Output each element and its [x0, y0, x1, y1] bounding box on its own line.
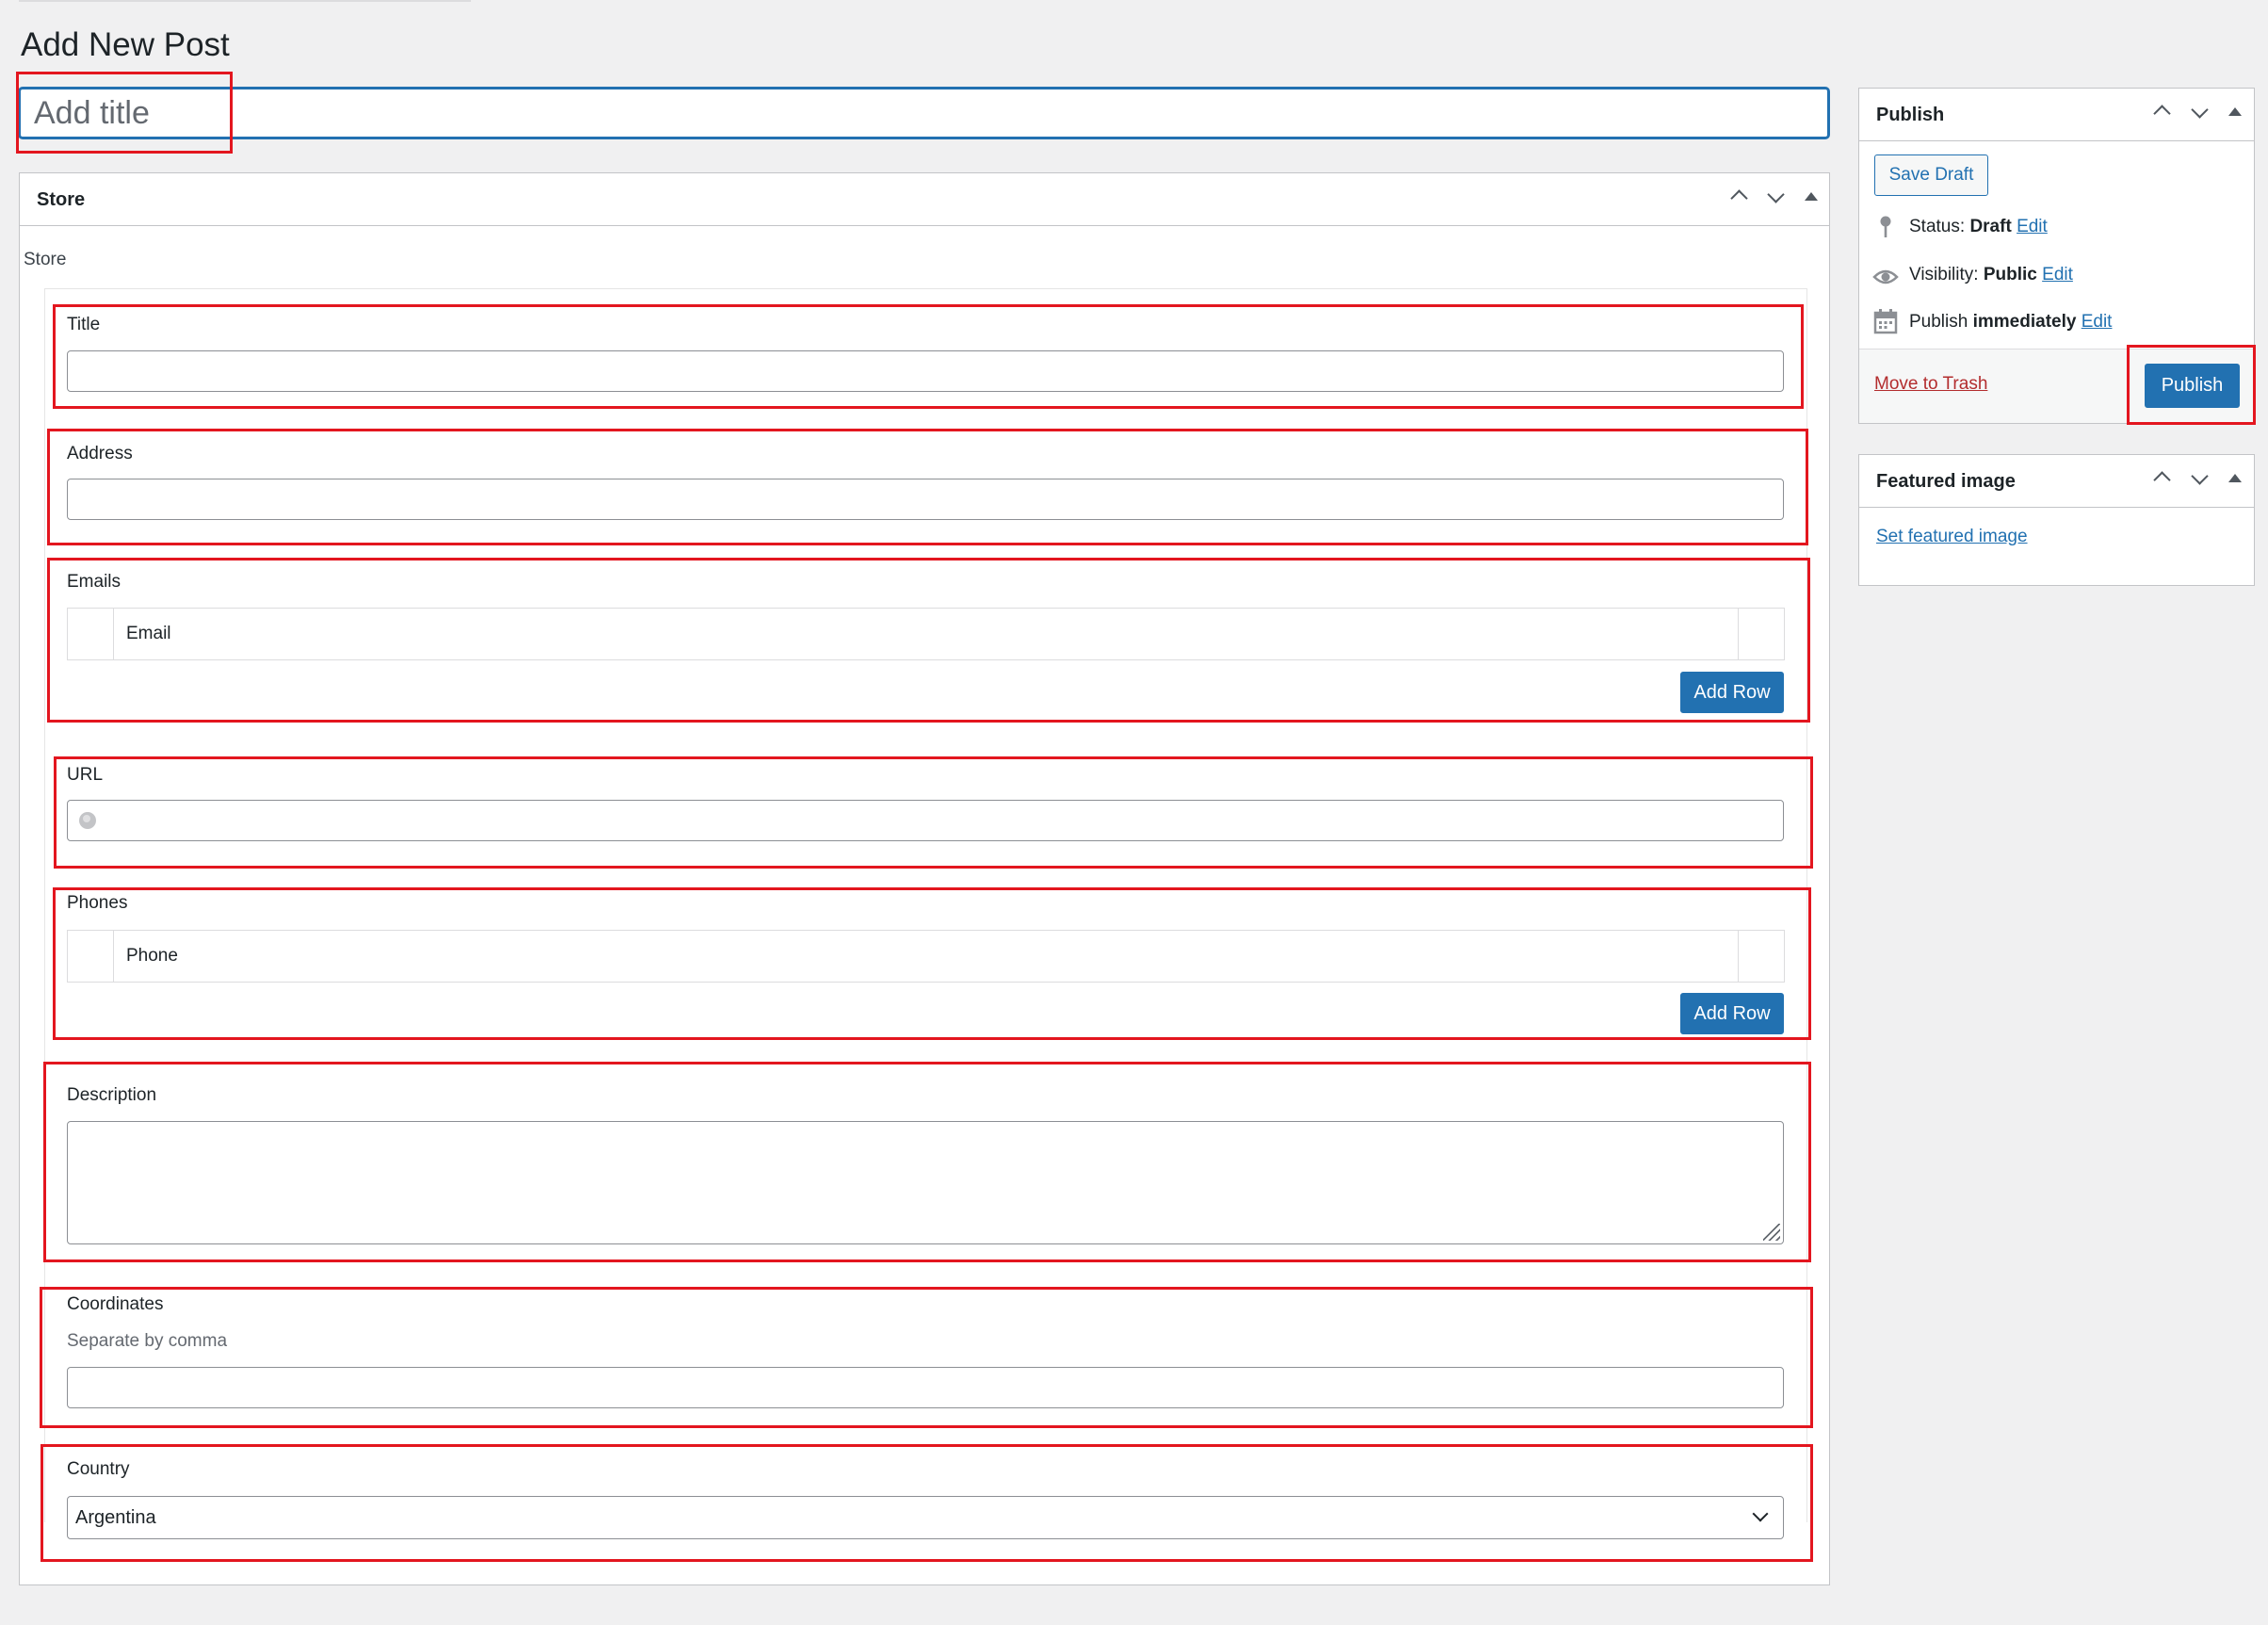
store-fields-frame: [44, 288, 1807, 1522]
collapse-toggle-icon[interactable]: [2221, 100, 2249, 122]
move-down-icon[interactable]: [2185, 466, 2213, 488]
phones-row-actions[interactable]: [1738, 931, 1784, 982]
move-up-icon[interactable]: [2147, 100, 2176, 125]
publish-button[interactable]: Publish: [2145, 364, 2240, 408]
move-up-icon[interactable]: [1725, 185, 1753, 210]
email-column-header: Email: [126, 624, 171, 643]
calendar-icon: [1873, 309, 1898, 334]
emails-field-label: Emails: [67, 572, 122, 592]
resize-grip-icon[interactable]: [1763, 1224, 1780, 1241]
globe-icon: [79, 812, 96, 829]
publish-actions-footer: Move to Trash Publish: [1859, 349, 2254, 423]
publish-metabox-header: Publish: [1859, 89, 2254, 141]
status-label: Status:: [1909, 217, 1966, 236]
title-field-label: Title: [67, 315, 101, 334]
status-row: Status: Draft Edit: [1909, 217, 2048, 237]
status-value: Draft: [1969, 217, 2012, 236]
description-field-label: Description: [67, 1085, 157, 1105]
phones-row-handle[interactable]: [68, 931, 114, 982]
visibility-edit-link[interactable]: Edit: [2042, 265, 2073, 284]
move-down-icon[interactable]: [1761, 185, 1790, 206]
phones-add-row-button[interactable]: Add Row: [1680, 993, 1784, 1034]
store-metabox-header: Store: [20, 173, 1829, 226]
set-featured-image-link[interactable]: Set featured image: [1876, 527, 2028, 547]
publish-time-value: immediately: [1972, 312, 2077, 332]
visibility-value: Public: [1983, 265, 2037, 284]
move-up-icon[interactable]: [2147, 466, 2176, 492]
country-select[interactable]: Argentina: [67, 1496, 1784, 1539]
collapse-toggle-icon[interactable]: [2221, 466, 2249, 488]
pin-icon: [1880, 216, 1891, 237]
collapse-toggle-icon[interactable]: [1797, 185, 1825, 206]
emails-add-row-button[interactable]: Add Row: [1680, 672, 1784, 713]
emails-row-actions[interactable]: [1738, 609, 1784, 659]
move-down-icon[interactable]: [2185, 100, 2213, 122]
eye-icon: [1872, 269, 1899, 284]
url-field-label: URL: [67, 765, 104, 785]
featured-image-header: Featured image: [1859, 455, 2254, 508]
description-textarea[interactable]: [67, 1121, 1784, 1244]
emails-repeater-table: Email: [67, 608, 1785, 660]
publish-metabox-title: Publish: [1876, 105, 1945, 125]
chevron-down-icon: [1752, 1505, 1769, 1522]
visibility-label: Visibility:: [1909, 265, 1979, 284]
url-input[interactable]: [67, 800, 1784, 841]
store-title-input[interactable]: [67, 350, 1784, 392]
top-divider: [19, 0, 471, 2]
move-to-trash-link[interactable]: Move to Trash: [1874, 374, 1987, 395]
address-input[interactable]: [67, 479, 1784, 520]
emails-row-handle[interactable]: [68, 609, 114, 659]
page-title: Add New Post: [21, 26, 230, 63]
coordinates-field-label: Coordinates: [67, 1294, 164, 1314]
post-title-input[interactable]: [19, 88, 1829, 138]
country-field-label: Country: [67, 1459, 130, 1479]
country-selected-value: Argentina: [75, 1507, 156, 1528]
coordinates-hint: Separate by comma: [67, 1331, 228, 1351]
publish-time-row: Publish immediately Edit: [1909, 312, 2112, 333]
store-section-label: Store: [24, 250, 67, 269]
featured-image-metabox: Featured image Set featured image: [1858, 454, 2255, 586]
status-edit-link[interactable]: Edit: [2017, 217, 2048, 236]
phones-repeater-table: Phone: [67, 930, 1785, 983]
coordinates-input[interactable]: [67, 1367, 1784, 1408]
publish-time-edit-link[interactable]: Edit: [2082, 312, 2113, 332]
visibility-row: Visibility: Public Edit: [1909, 265, 2073, 285]
save-draft-button[interactable]: Save Draft: [1874, 154, 1988, 196]
phones-field-label: Phones: [67, 893, 128, 913]
store-metabox-title: Store: [37, 189, 86, 210]
publish-time-label: Publish: [1909, 312, 1968, 332]
publish-metabox: Publish Save Draft Status: Draft Edit Vi…: [1858, 88, 2255, 424]
featured-image-title: Featured image: [1876, 471, 2016, 492]
address-field-label: Address: [67, 444, 133, 463]
phone-column-header: Phone: [126, 946, 178, 966]
